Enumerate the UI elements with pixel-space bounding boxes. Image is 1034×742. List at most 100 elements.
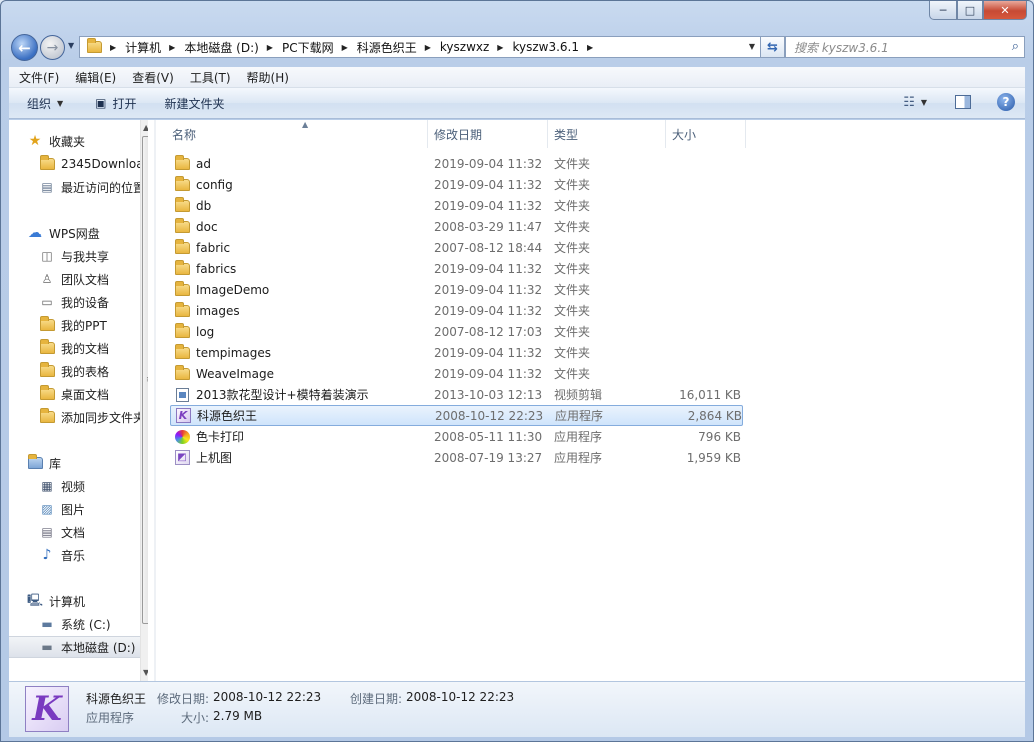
maximize-button[interactable]: □ [957, 1, 983, 20]
sidebar-item-label: 团队文档 [61, 272, 110, 287]
file-row[interactable]: log 2007-08-12 17:03 文件夹 [170, 321, 743, 342]
navigation-bar: ← → ▼ ▶ 计算机 ▶ 本地磁盘 (D:) ▶ PC下载网 ▶ 科源色织王 ▶ kyszwxz… [9, 31, 1025, 63]
sidebar-item-music[interactable]: ♪ 音乐 [9, 544, 140, 566]
sidebar-item-computer[interactable]: 🖳 计算机 [9, 590, 140, 612]
window-controls: ─ □ ✕ [929, 1, 1027, 20]
scroll-down-icon[interactable]: ▼ [143, 668, 148, 677]
file-row[interactable]: ImageDemo 2019-09-04 11:32 文件夹 [170, 279, 743, 300]
sidebar-item-pictures[interactable]: ▨ 图片 [9, 498, 140, 520]
sidebar-item-shared[interactable]: ◫ 与我共享 [9, 245, 140, 267]
breadcrumb-item[interactable]: 本地磁盘 (D:) [184, 39, 258, 56]
recent-pages-dropdown[interactable]: ▼ [68, 41, 74, 50]
column-header-size[interactable]: 大小 [666, 120, 746, 148]
sidebar-item-recent-places[interactable]: ▤ 最近访问的位置 [9, 176, 140, 198]
menu-help[interactable]: 帮助(H) [237, 69, 295, 86]
sidebar-item-team-docs[interactable]: ♙ 团队文档 [9, 268, 140, 290]
address-dropdown-icon[interactable]: ▼ [749, 42, 755, 51]
sidebar-item-my-devices[interactable]: ▭ 我的设备 [9, 291, 140, 313]
file-row[interactable]: fabrics 2019-09-04 11:32 文件夹 [170, 258, 743, 279]
change-view-button[interactable]: ☷ ▼ [903, 95, 927, 110]
back-button[interactable]: ← [11, 34, 38, 61]
folder-icon [174, 196, 190, 213]
breadcrumb-item[interactable]: kyszw3.6.1 [512, 40, 579, 54]
sidebar-item-my-ppt[interactable]: 我的PPT [9, 314, 140, 336]
search-icon[interactable]: ⌕ [1012, 39, 1019, 54]
breadcrumb-separator-icon[interactable]: ▶ [497, 43, 503, 52]
back-arrow-icon: ← [18, 38, 31, 57]
menu-edit[interactable]: 编辑(E) [65, 69, 122, 86]
file-date: 2007-08-12 18:44 [434, 240, 543, 255]
menu-view[interactable]: 查看(V) [122, 69, 180, 86]
organize-button[interactable]: 组织 ▼ [9, 95, 73, 112]
file-name-cell: K 科源色织王 [175, 407, 257, 424]
file-date: 2019-09-04 11:32 [434, 282, 543, 297]
breadcrumb-separator-icon[interactable]: ▶ [587, 43, 593, 52]
sidebar-item-my-sheets[interactable]: 我的表格 [9, 360, 140, 382]
file-row[interactable]: tempimages 2019-09-04 11:32 文件夹 [170, 342, 743, 363]
details-created-label: 创建日期: [350, 692, 403, 706]
open-button[interactable]: ▣ 打开 [73, 95, 146, 112]
sort-ascending-icon: ▲ [302, 120, 309, 129]
file-name-cell: ImageDemo [174, 280, 269, 297]
file-row[interactable]: images 2019-09-04 11:32 文件夹 [170, 300, 743, 321]
file-name-cell: 2013款花型设计+模特着装演示 [174, 386, 369, 403]
forward-button[interactable]: → [40, 35, 65, 60]
sidebar-scrollbar[interactable]: ▲ ≡ ▼ [140, 120, 148, 681]
new-folder-button[interactable]: 新建文件夹 [147, 95, 235, 112]
scrollbar-thumb[interactable]: ≡ [142, 136, 148, 624]
file-row[interactable]: WeaveImage 2019-09-04 11:32 文件夹 [170, 363, 743, 384]
sidebar-item-videos[interactable]: ▦ 视频 [9, 475, 140, 497]
folder-icon [39, 362, 55, 378]
breadcrumb-separator-icon[interactable]: ▶ [169, 43, 175, 52]
menu-file[interactable]: 文件(F) [9, 69, 65, 86]
breadcrumb-separator-icon[interactable]: ▶ [342, 43, 348, 52]
column-header-name[interactable]: 名称 ▲ [166, 120, 428, 148]
sidebar-item-wps[interactable]: ☁ WPS网盘 [9, 222, 140, 244]
breadcrumb-separator-icon[interactable]: ▶ [425, 43, 431, 52]
sidebar-item-drive-d[interactable]: ▬ 本地磁盘 (D:) [9, 636, 140, 658]
breadcrumb-item[interactable]: 科源色织王 [357, 39, 417, 56]
folder-icon [174, 280, 190, 297]
file-name-cell: images [174, 301, 240, 318]
sidebar-item-documents[interactable]: ▤ 文档 [9, 521, 140, 543]
breadcrumb-separator-icon[interactable]: ▶ [110, 43, 116, 52]
sidebar-item-downloads[interactable]: 2345Downloads [9, 153, 140, 175]
file-row[interactable]: 色卡打印 2008-05-11 11:30 应用程序 796 KB [170, 426, 743, 447]
sidebar-item-favorites[interactable]: ★ 收藏夹 [9, 130, 140, 152]
sidebar-item-label: 添加同步文件夹 [61, 410, 140, 425]
file-row[interactable]: 2013款花型设计+模特着装演示 2013-10-03 12:13 视频剪辑 16,0… [170, 384, 743, 405]
minimize-button[interactable]: ─ [929, 1, 957, 20]
file-row[interactable]: K 科源色织王 2008-10-12 22:23 应用程序 2,864 KB [170, 405, 743, 426]
file-row[interactable]: doc 2008-03-29 11:47 文件夹 [170, 216, 743, 237]
preview-pane-icon[interactable] [955, 95, 971, 109]
breadcrumb-separator-icon[interactable]: ▶ [267, 43, 273, 52]
file-row[interactable]: config 2019-09-04 11:32 文件夹 [170, 174, 743, 195]
column-header-type[interactable]: 类型 [548, 120, 666, 148]
file-row[interactable]: ad 2019-09-04 11:32 文件夹 [170, 153, 743, 174]
file-row[interactable]: fabric 2007-08-12 18:44 文件夹 [170, 237, 743, 258]
sidebar-item-desktop-docs[interactable]: 桌面文档 [9, 383, 140, 405]
file-name-cell: ◩ 上机图 [174, 449, 232, 466]
scroll-up-icon[interactable]: ▲ [143, 123, 148, 132]
file-name: fabrics [196, 261, 237, 276]
video-icon [174, 387, 190, 402]
menu-tools[interactable]: 工具(T) [180, 69, 237, 86]
help-icon[interactable]: ? [997, 93, 1015, 111]
column-header-date[interactable]: 修改日期 [428, 120, 548, 148]
refresh-button[interactable]: ⇆ [761, 36, 785, 58]
file-name-cell: ad [174, 154, 211, 171]
address-bar[interactable]: ▶ 计算机 ▶ 本地磁盘 (D:) ▶ PC下载网 ▶ 科源色织王 ▶ kyszwxz ▶ kyszw… [79, 36, 761, 58]
sidebar-item-add-sync-folder[interactable]: 添加同步文件夹 [9, 406, 140, 428]
breadcrumb-item[interactable]: kyszwxz [440, 40, 489, 54]
breadcrumb-item[interactable]: 计算机 [125, 39, 161, 56]
close-button[interactable]: ✕ [983, 1, 1027, 20]
file-row[interactable]: db 2019-09-04 11:32 文件夹 [170, 195, 743, 216]
sidebar-item-drive-c[interactable]: ▬ 系统 (C:) [9, 613, 140, 635]
search-input[interactable]: 搜索 kyszw3.6.1 ⌕ [785, 36, 1025, 58]
file-row[interactable]: ◩ 上机图 2008-07-19 13:27 应用程序 1,959 KB [170, 447, 743, 468]
refresh-icon: ⇆ [767, 39, 778, 55]
file-type: 文件夹 [554, 367, 591, 381]
sidebar-item-libraries[interactable]: 库 [9, 452, 140, 474]
sidebar-item-my-docs[interactable]: 我的文档 [9, 337, 140, 359]
breadcrumb-item[interactable]: PC下载网 [282, 39, 334, 56]
